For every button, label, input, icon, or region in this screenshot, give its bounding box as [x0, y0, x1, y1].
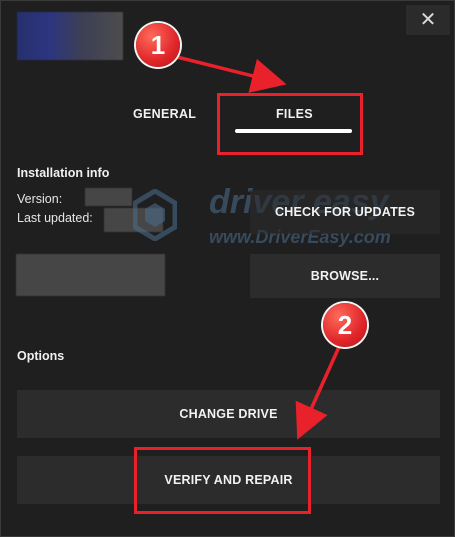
step-2-badge: 2	[323, 303, 367, 347]
step-1-badge: 1	[136, 23, 180, 67]
arrow-to-files-tab	[176, 55, 287, 93]
game-properties-dialog: ✕ GENERAL FILES Installation info Versio…	[0, 0, 455, 537]
arrow-to-verify-repair	[295, 346, 341, 440]
annotation-arrows	[176, 55, 341, 440]
